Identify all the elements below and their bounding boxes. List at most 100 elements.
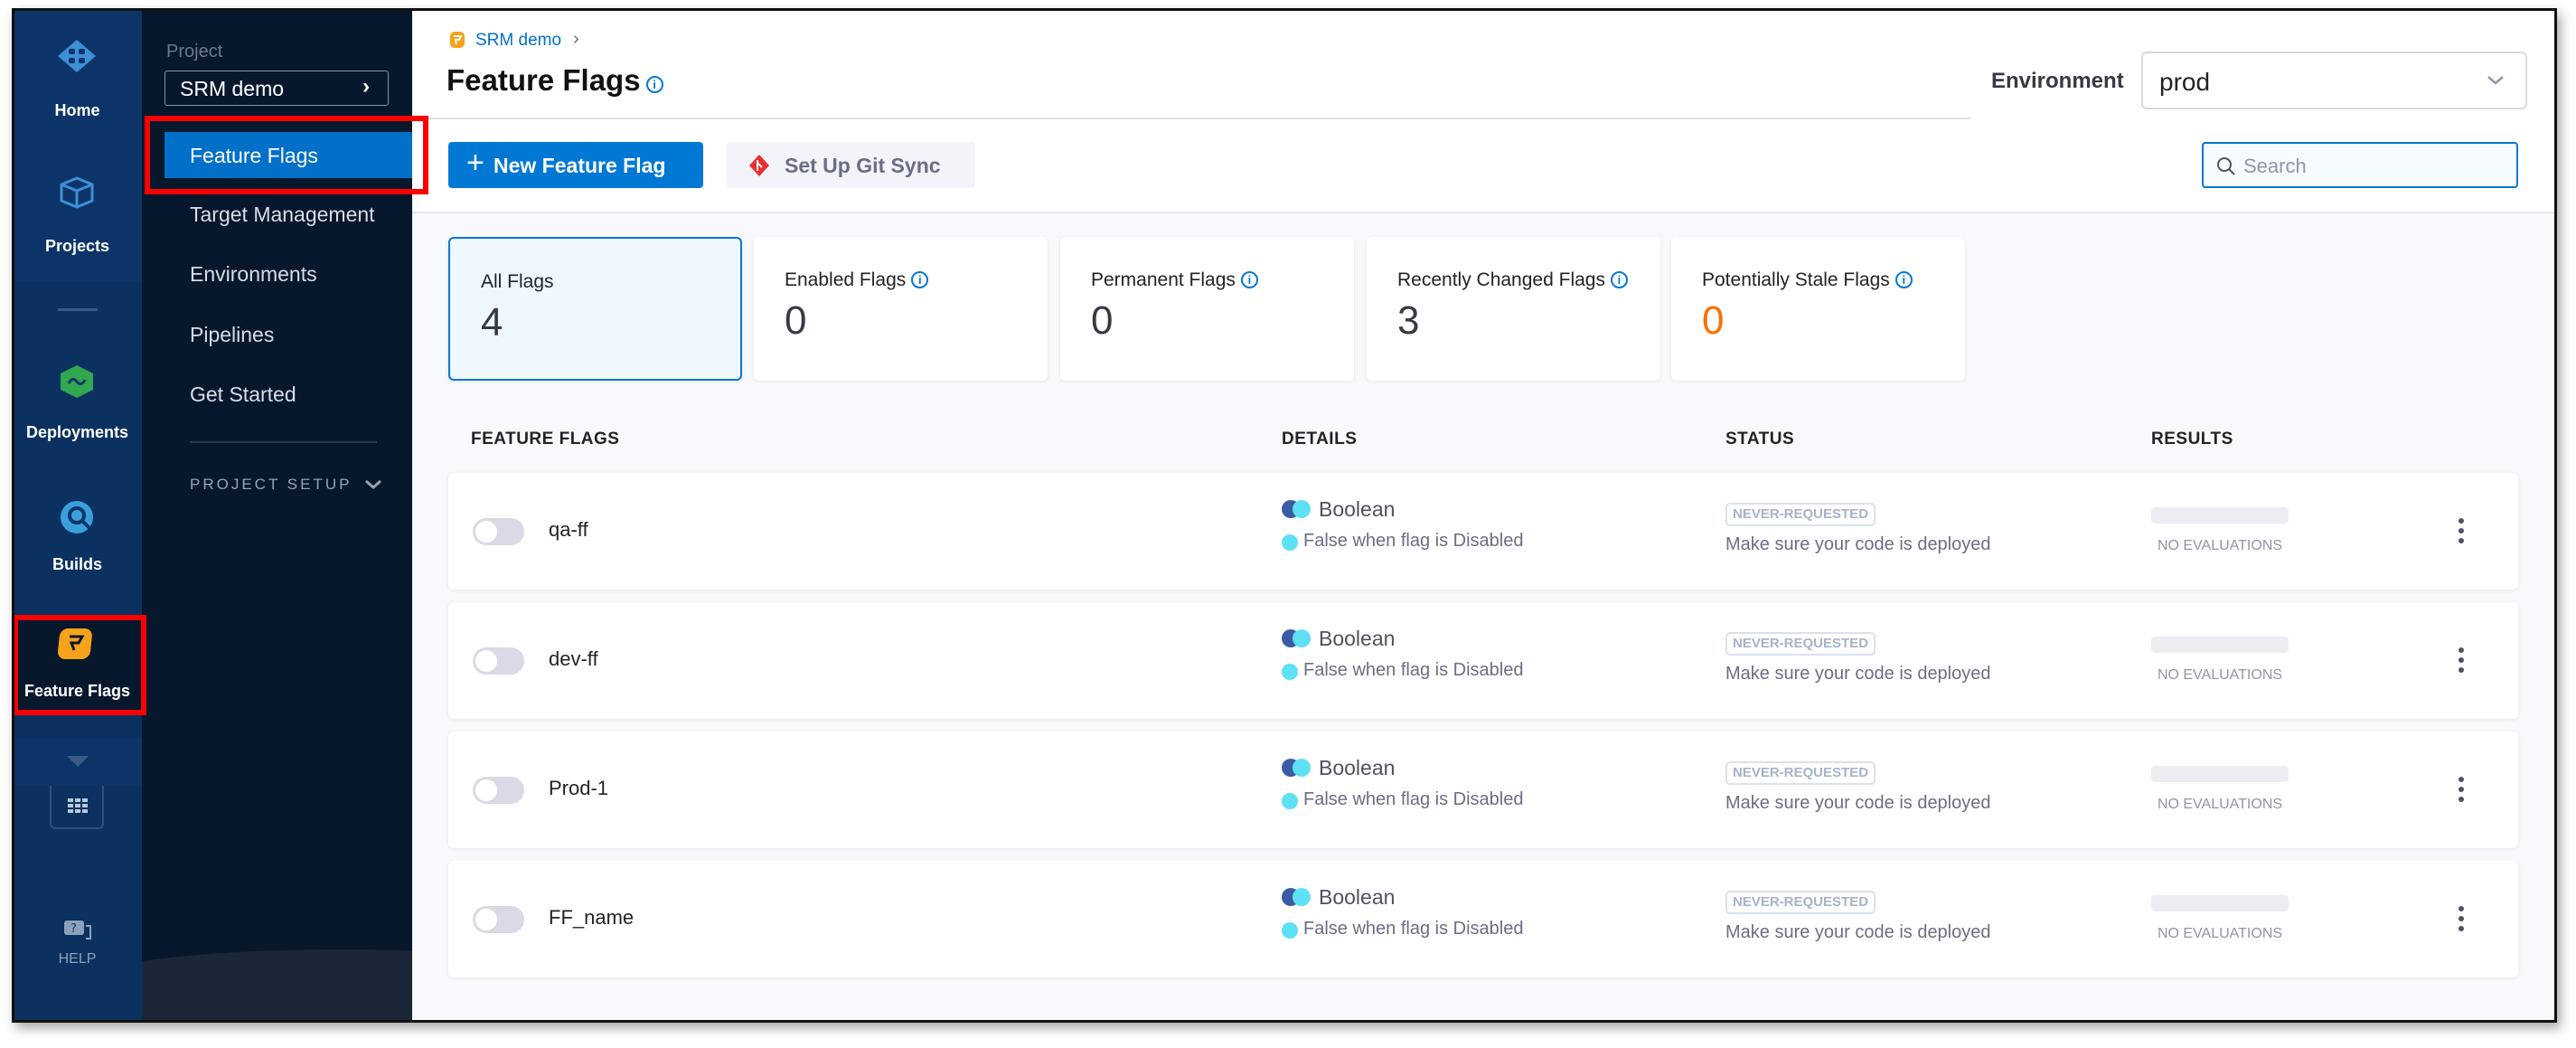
apps-grid-button[interactable] [50, 786, 104, 829]
project-value: SRM demo [180, 77, 285, 100]
card-label: Recently Changed Flags i [1397, 269, 1628, 291]
variation-dot-icon [1282, 922, 1298, 939]
results-bar [2151, 895, 2289, 911]
flag-name[interactable]: Prod-1 [549, 777, 608, 800]
variation-dot-icon [1282, 664, 1298, 680]
project-selector[interactable]: SRM demo › [165, 71, 389, 106]
environment-select[interactable]: prod [2141, 52, 2527, 109]
card-value: 0 [1091, 298, 1114, 343]
help-label: HELP [58, 951, 97, 967]
search-icon [2217, 157, 2235, 175]
column-header-results: RESULTS [2151, 430, 2233, 448]
help-button[interactable]: ? HELP [13, 913, 142, 977]
table-row[interactable]: qa-ff Boolean False when flag is Disabled N… [448, 473, 2518, 590]
flag-name[interactable]: FF_name [549, 906, 634, 930]
sidebar-decoration [142, 949, 412, 1022]
rail-item-home[interactable]: Home [13, 27, 142, 119]
info-icon[interactable]: i [1240, 271, 1258, 288]
info-icon[interactable]: i [911, 271, 929, 288]
environment-value: prod [2159, 68, 2211, 96]
rail-item-projects[interactable]: Projects [13, 163, 142, 255]
flag-default-text: False when flag is Disabled [1303, 660, 1524, 680]
git-icon [749, 155, 769, 176]
page-title: Feature Flags i [447, 63, 663, 98]
flag-toggle[interactable] [473, 647, 524, 675]
status-badge: NEVER-REQUESTED [1725, 503, 1876, 526]
rail-expand[interactable] [13, 738, 142, 786]
results-bar [2151, 507, 2289, 524]
table-row[interactable]: FF_name Boolean False when flag is Disable… [448, 861, 2518, 977]
info-icon[interactable]: i [645, 76, 663, 93]
column-header-details: DETAILS [1282, 430, 1358, 448]
boolean-icon [1282, 629, 1312, 647]
highlight-box [145, 116, 428, 194]
plus-icon: + [466, 146, 484, 180]
button-label: Set Up Git Sync [785, 154, 941, 177]
boolean-icon [1282, 759, 1312, 777]
sidebar-item-environments[interactable]: Environments [190, 262, 317, 287]
rail-item-deployments[interactable]: Deployments [13, 353, 142, 452]
card-label: Permanent Flags i [1091, 269, 1258, 291]
status-badge: NEVER-REQUESTED [1725, 632, 1876, 656]
button-label: New Feature Flag [494, 154, 666, 177]
rail-item-builds[interactable]: Builds [13, 488, 142, 588]
git-sync-button[interactable]: Set Up Git Sync [727, 142, 975, 188]
column-header-feature-flags: FEATURE FLAGS [471, 430, 620, 448]
chevron-right-icon: › [362, 74, 370, 99]
status-text: Make sure your code is deployed [1725, 534, 1991, 554]
flag-toggle[interactable] [473, 906, 524, 933]
flag-name[interactable]: qa-ff [549, 518, 588, 542]
environment-label: Environment [1991, 69, 2124, 93]
table-row[interactable]: dev-ff Boolean False when flag is Disabled… [448, 602, 2518, 719]
summary-card-recently-changed-flags[interactable]: Recently Changed Flags i 3 [1367, 237, 1660, 381]
search-placeholder: Search [2243, 155, 2307, 177]
rail-label: Builds [52, 555, 102, 573]
flag-type: Boolean [1319, 497, 1396, 521]
more-options-icon[interactable] [2455, 906, 2468, 933]
chevron-down-icon [365, 479, 381, 489]
chevron-right-icon: › [573, 29, 579, 49]
table-row[interactable]: Prod-1 Boolean False when flag is Disabled… [448, 732, 2518, 848]
boolean-icon [1282, 500, 1312, 518]
flag-toggle[interactable] [473, 777, 524, 804]
status-badge: NEVER-REQUESTED [1725, 761, 1876, 785]
flag-default-text: False when flag is Disabled [1303, 789, 1524, 809]
flag-type: Boolean [1319, 627, 1396, 650]
project-label: Project [166, 42, 223, 61]
breadcrumb-link[interactable]: SRM demo [475, 31, 561, 51]
more-options-icon[interactable] [2455, 777, 2468, 804]
card-label-text: Potentially Stale Flags [1702, 269, 1890, 290]
card-value: 4 [481, 300, 503, 345]
module-rail: Home Projects Deployments Builds Feature… [13, 9, 142, 1022]
home-icon [58, 40, 96, 72]
summary-card-potentially-stale-flags[interactable]: Potentially Stale Flags i 0 [1671, 237, 1965, 381]
flag-type: Boolean [1319, 756, 1396, 779]
status-badge: NEVER-REQUESTED [1725, 891, 1876, 914]
sidebar-item-get-started[interactable]: Get Started [190, 382, 296, 407]
results-bar [2151, 637, 2289, 653]
variation-dot-icon [1282, 534, 1298, 551]
project-setup-toggle[interactable]: PROJECT SETUP [190, 474, 389, 501]
grid-icon [68, 798, 88, 813]
card-label: All Flags [481, 271, 554, 293]
highlight-box [13, 615, 146, 715]
info-icon[interactable]: i [1610, 271, 1628, 288]
sidebar-item-pipelines[interactable]: Pipelines [190, 323, 274, 347]
status-text: Make sure your code is deployed [1725, 664, 1991, 684]
new-feature-flag-button[interactable]: + New Feature Flag [448, 142, 703, 188]
summary-card-permanent-flags[interactable]: Permanent Flags i 0 [1060, 237, 1354, 381]
info-icon[interactable]: i [1894, 271, 1913, 288]
summary-card-enabled-flags[interactable]: Enabled Flags i 0 [754, 237, 1048, 381]
summary-card-all-flags[interactable]: All Flags 4 [448, 237, 742, 381]
more-options-icon[interactable] [2455, 647, 2468, 675]
card-label: Potentially Stale Flags i [1702, 269, 1913, 291]
more-options-icon[interactable] [2455, 518, 2468, 545]
column-header-status: STATUS [1725, 430, 1795, 448]
search-input[interactable]: Search [2202, 142, 2518, 188]
sidebar-item-target-management[interactable]: Target Management [190, 203, 375, 227]
card-label-text: Permanent Flags [1091, 269, 1236, 290]
results-text: NO EVALUATIONS [2157, 538, 2283, 553]
flag-toggle[interactable] [473, 518, 524, 545]
flag-name[interactable]: dev-ff [549, 647, 598, 671]
card-label-text: Enabled Flags [785, 269, 907, 290]
